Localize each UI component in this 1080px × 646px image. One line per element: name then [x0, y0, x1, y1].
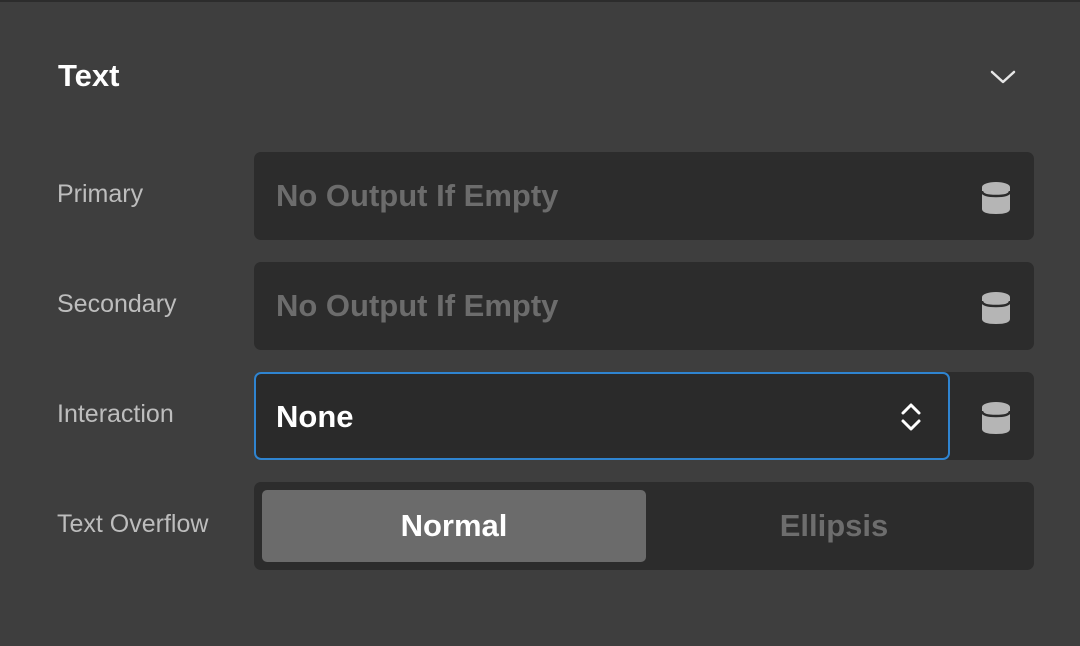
- primary-field[interactable]: No Output If Empty: [254, 152, 1034, 240]
- secondary-placeholder: No Output If Empty: [276, 288, 559, 323]
- database-icon: [981, 292, 1011, 324]
- collapse-button[interactable]: [986, 60, 1020, 94]
- database-icon: [981, 402, 1011, 434]
- interaction-data-source-button[interactable]: [976, 398, 1016, 438]
- database-icon: [981, 182, 1011, 214]
- interaction-label: Interaction: [57, 400, 174, 428]
- text-settings-panel: Text Primary No Output If Empty Secondar…: [0, 0, 1080, 646]
- interaction-field: None: [254, 372, 1034, 460]
- secondary-field[interactable]: No Output If Empty: [254, 262, 1034, 350]
- interaction-select[interactable]: None: [254, 372, 950, 460]
- primary-label: Primary: [57, 180, 144, 208]
- primary-data-source-button[interactable]: [976, 178, 1016, 218]
- chevron-down-icon: [990, 70, 1016, 84]
- text-overflow-option-normal[interactable]: Normal: [262, 490, 646, 562]
- secondary-label: Secondary: [57, 290, 177, 318]
- up-down-arrows-icon: [896, 400, 926, 434]
- text-overflow-label: Text Overflow: [57, 510, 209, 538]
- primary-placeholder: No Output If Empty: [276, 178, 559, 213]
- interaction-select-value: None: [276, 399, 354, 434]
- text-overflow-segmented-control: Normal Ellipsis: [254, 482, 1034, 570]
- text-overflow-option-ellipsis[interactable]: Ellipsis: [642, 490, 1026, 562]
- secondary-data-source-button[interactable]: [976, 288, 1016, 328]
- section-header[interactable]: Text: [58, 54, 1034, 98]
- section-title: Text: [58, 58, 120, 93]
